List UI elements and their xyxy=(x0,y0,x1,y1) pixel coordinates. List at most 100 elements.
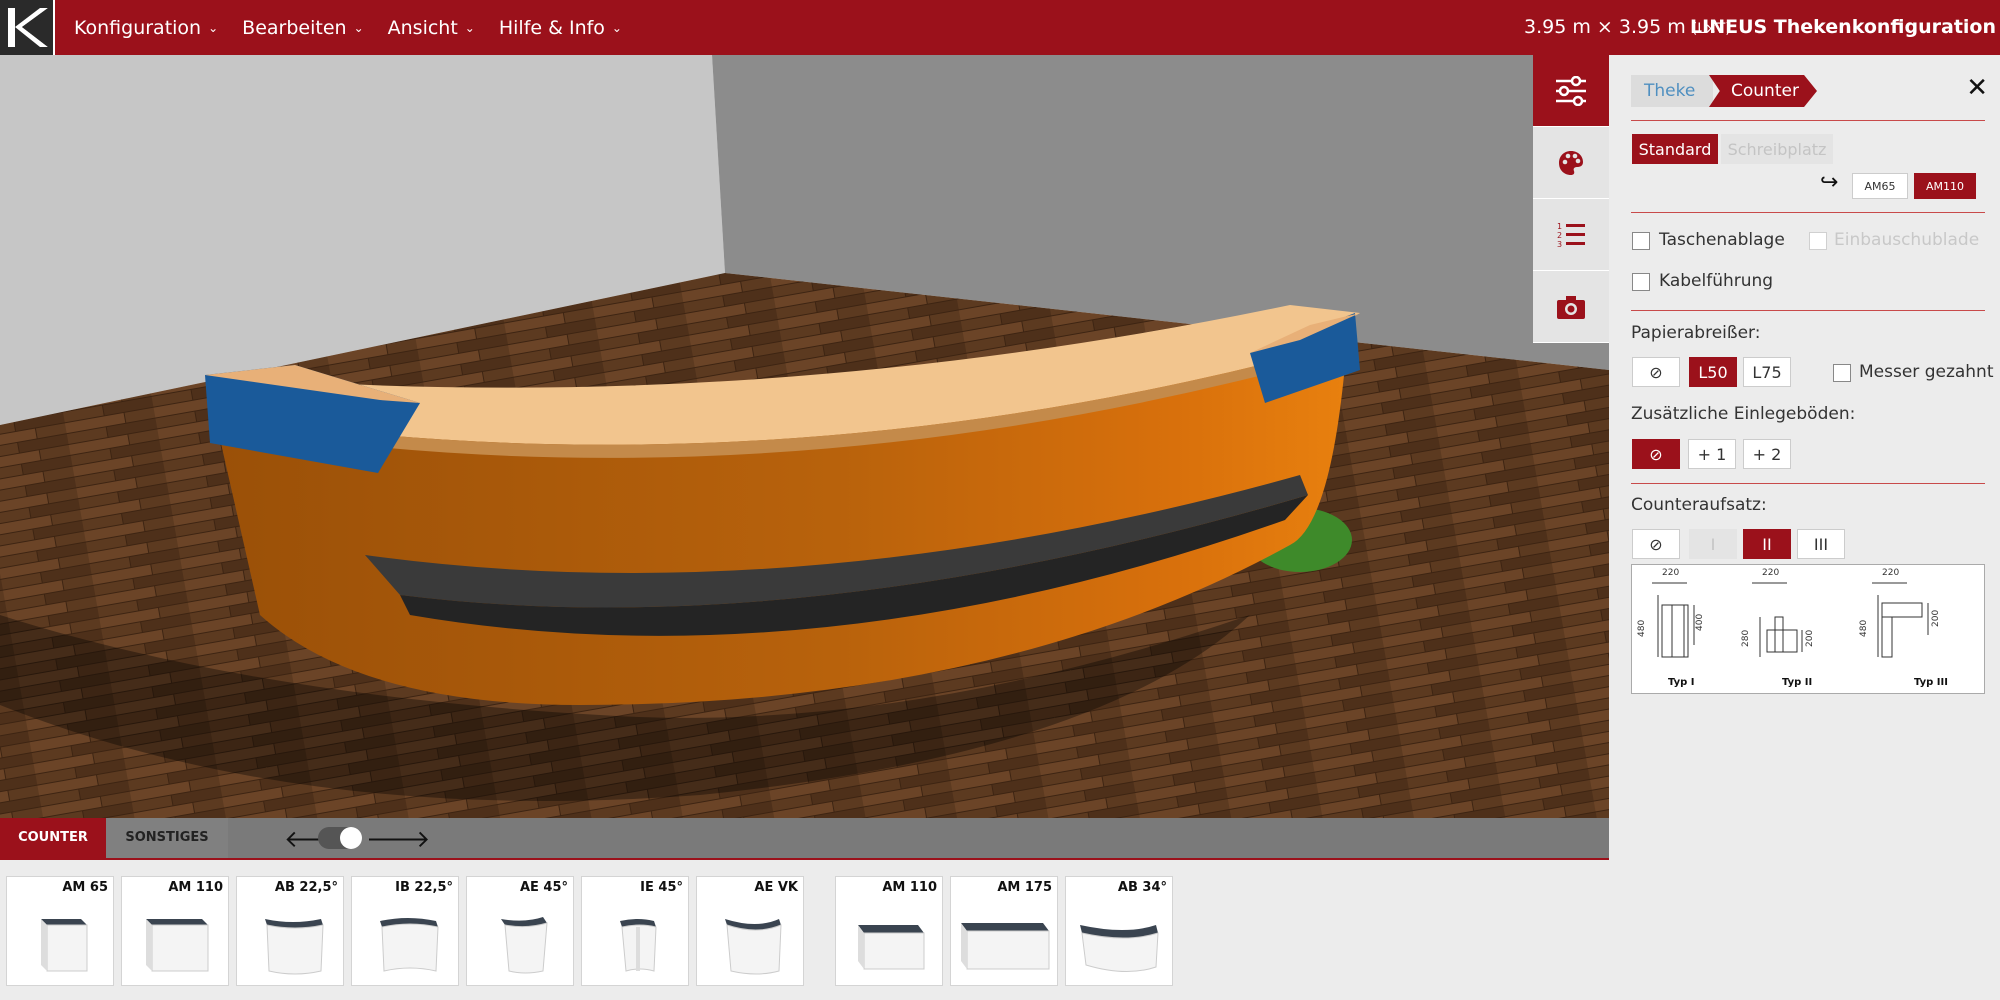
svg-text:Typ III: Typ III xyxy=(1914,677,1948,688)
logo-k-icon xyxy=(8,8,53,47)
tool-settings[interactable] xyxy=(1533,55,1609,127)
papierabreisser-label: Papierabreißer: xyxy=(1631,323,1761,343)
menu-bearbeiten[interactable]: Bearbeiten ⌄ xyxy=(242,17,363,39)
arrow-right-icon[interactable]: 🡒 xyxy=(366,824,430,853)
menu-konfiguration[interactable]: Konfiguration ⌄ xyxy=(74,17,218,39)
part-thumbnail xyxy=(961,923,1050,970)
top-bar: Konfiguration ⌄ Bearbeiten ⌄ Ansicht ⌄ Hilf… xyxy=(0,0,2000,55)
paper-l50-button[interactable]: L50 xyxy=(1689,357,1737,387)
side-toolbar: 1 2 3 xyxy=(1533,55,1609,343)
kabelfuehrung-checkbox[interactable] xyxy=(1632,273,1650,291)
palette-icon xyxy=(1559,150,1583,175)
part-am175[interactable]: AM 175 xyxy=(950,876,1058,986)
counter-3d-render xyxy=(0,55,1609,818)
am110-button[interactable]: AM110 xyxy=(1914,173,1976,199)
divider xyxy=(1631,212,1985,213)
part-thumbnail xyxy=(1080,925,1159,973)
part-am65[interactable]: AM 65 xyxy=(6,876,114,986)
close-icon[interactable]: ✕ xyxy=(1966,73,1988,103)
divider xyxy=(1631,483,1985,484)
counteraufsatz-label: Counteraufsatz: xyxy=(1631,495,1767,515)
part-ae-45[interactable]: AE 45° xyxy=(466,876,574,986)
logo[interactable] xyxy=(0,0,55,55)
svg-text:480: 480 xyxy=(1637,620,1647,637)
camera-icon xyxy=(1557,295,1585,319)
part-ae-vk[interactable]: AE VK xyxy=(696,876,804,986)
svg-text:220: 220 xyxy=(1662,568,1679,578)
svg-text:Typ II: Typ II xyxy=(1782,677,1812,688)
topper-type-diagram: 220 220 220 480 400 280 200 480 200 Typ … xyxy=(1631,564,1985,694)
einlegeboeden-label: Zusätzliche Einlegeböden: xyxy=(1631,404,1856,424)
chevron-down-icon: ⌄ xyxy=(611,20,622,35)
svg-text:200: 200 xyxy=(1805,630,1815,647)
part-ab-34[interactable]: AB 34° xyxy=(1065,876,1173,986)
taschenablage-checkbox[interactable] xyxy=(1632,232,1650,250)
topper-type1-button[interactable]: I xyxy=(1689,529,1737,559)
part-thumbnail xyxy=(41,919,88,972)
part-ab-22-5[interactable]: AB 22,5° xyxy=(236,876,344,986)
einbauschublade-label: Einbauschublade xyxy=(1834,230,1980,250)
schreibplatz-button[interactable]: Schreibplatz xyxy=(1721,134,1833,164)
part-am110-wide[interactable]: AM 110 xyxy=(835,876,943,986)
paper-none-button[interactable]: ⊘ xyxy=(1632,357,1680,387)
tool-parts-list[interactable]: 1 2 3 xyxy=(1533,199,1609,271)
messer-gezahnt-checkbox[interactable] xyxy=(1833,364,1851,382)
svg-text:Typ I: Typ I xyxy=(1668,677,1695,688)
svg-text:1: 1 xyxy=(1557,222,1562,231)
divider xyxy=(1631,120,1985,121)
svg-text:3: 3 xyxy=(1557,240,1562,249)
taschenablage-label: Taschenablage xyxy=(1659,230,1785,250)
svg-text:220: 220 xyxy=(1882,568,1899,578)
part-thumbnail xyxy=(146,919,209,972)
svg-text:280: 280 xyxy=(1741,630,1751,647)
svg-text:220: 220 xyxy=(1762,568,1779,578)
standard-button[interactable]: Standard xyxy=(1632,134,1718,164)
enter-arrow-icon: ↪ xyxy=(1820,170,1839,195)
part-am110[interactable]: AM 110 xyxy=(121,876,229,986)
part-thumbnail xyxy=(620,919,657,972)
svg-text:200: 200 xyxy=(1931,610,1941,627)
svg-text:400: 400 xyxy=(1695,614,1705,631)
svg-text:480: 480 xyxy=(1859,620,1869,637)
am65-button[interactable]: AM65 xyxy=(1852,173,1908,199)
config-panel: Theke Counter ✕ Standard Schreibplatz ↪ … xyxy=(1609,55,2000,1000)
topper-type3-button[interactable]: III xyxy=(1797,529,1845,559)
tab-counter[interactable]: COUNTER xyxy=(0,818,106,858)
part-thumbnail xyxy=(265,919,324,975)
scroll-toggle[interactable] xyxy=(318,827,362,849)
part-ib-22-5[interactable]: IB 22,5° xyxy=(351,876,459,986)
tab-sonstiges[interactable]: SONSTIGES xyxy=(106,818,228,858)
shelves-none-button[interactable]: ⊘ xyxy=(1632,439,1680,469)
topper-none-button[interactable]: ⊘ xyxy=(1632,529,1680,559)
part-thumbnail xyxy=(858,925,925,970)
tool-snapshot[interactable] xyxy=(1533,271,1609,343)
menu-hilfe[interactable]: Hilfe & Info ⌄ xyxy=(499,17,622,39)
sliders-icon xyxy=(1556,75,1586,106)
toggle-knob xyxy=(340,827,362,849)
einbauschublade-checkbox[interactable] xyxy=(1809,232,1827,250)
shelves-plus1-button[interactable]: + 1 xyxy=(1688,439,1736,469)
topper-type2-button[interactable]: II xyxy=(1743,529,1791,559)
tool-colors[interactable] xyxy=(1533,127,1609,199)
chevron-down-icon: ⌄ xyxy=(353,20,364,35)
svg-text:2: 2 xyxy=(1557,231,1562,240)
chevron-down-icon: ⌄ xyxy=(464,20,475,35)
shelves-plus2-button[interactable]: + 2 xyxy=(1743,439,1791,469)
topper-dimension-drawing: 220 220 220 480 400 280 200 480 200 Typ … xyxy=(1637,568,1948,688)
paper-l75-button[interactable]: L75 xyxy=(1743,357,1791,387)
breadcrumb-counter[interactable]: Counter xyxy=(1709,75,1817,107)
main-menu: Konfiguration ⌄ Bearbeiten ⌄ Ansicht ⌄ Hilf… xyxy=(74,0,646,55)
app-title: LINEUS Thekenkonfiguration xyxy=(1690,16,1996,38)
messer-gezahnt-label: Messer gezahnt xyxy=(1859,362,1994,382)
menu-ansicht[interactable]: Ansicht ⌄ xyxy=(388,17,475,39)
part-ie-45[interactable]: IE 45° xyxy=(581,876,689,986)
3d-viewport[interactable] xyxy=(0,55,1609,818)
kabelfuehrung-label: Kabelführung xyxy=(1659,271,1774,291)
breadcrumb-theke[interactable]: Theke xyxy=(1631,75,1713,107)
divider xyxy=(1631,310,1985,311)
parts-strip: AM 65 AM 110 AB 22,5° IB 22,5° AE 45° IE… xyxy=(0,860,1609,1000)
part-thumbnail xyxy=(380,918,439,972)
numbered-list-icon: 1 2 3 xyxy=(1557,222,1585,249)
category-tab-bar: COUNTER SONSTIGES 🡐 🡒 xyxy=(0,818,1609,860)
part-thumbnail xyxy=(501,917,548,974)
